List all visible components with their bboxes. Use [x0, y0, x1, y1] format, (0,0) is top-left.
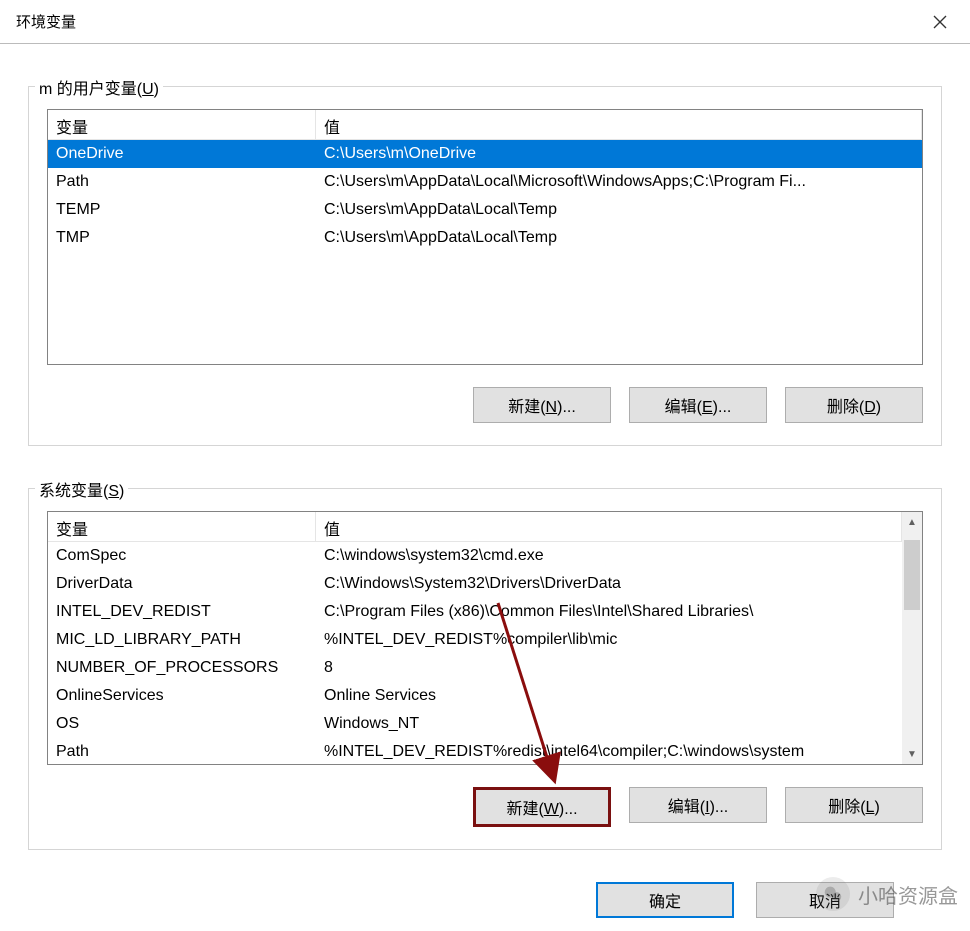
- header-value[interactable]: 值: [316, 512, 902, 541]
- header-value[interactable]: 值: [316, 110, 922, 139]
- table-row[interactable]: TEMPC:\Users\m\AppData\Local\Temp: [48, 196, 922, 224]
- label-text: m 的用户变量(: [39, 81, 142, 98]
- table-row[interactable]: Path%INTEL_DEV_REDIST%redist\intel64\com…: [48, 738, 902, 764]
- label-accel: U: [142, 81, 154, 98]
- user-variables-list[interactable]: 变量 值 OneDriveC:\Users\m\OneDrivePathC:\U…: [47, 109, 923, 365]
- table-row[interactable]: DriverDataC:\Windows\System32\Drivers\Dr…: [48, 570, 902, 598]
- cell-variable: OneDrive: [48, 143, 316, 165]
- system-new-button[interactable]: 新建(W)...: [473, 787, 611, 827]
- cell-variable: Path: [48, 741, 316, 763]
- table-row[interactable]: NUMBER_OF_PROCESSORS8: [48, 654, 902, 682]
- cell-value: C:\Program Files (x86)\Common Files\Inte…: [316, 601, 902, 623]
- cell-variable: DriverData: [48, 573, 316, 595]
- system-delete-button[interactable]: 删除(L): [785, 787, 923, 823]
- cell-value: C:\Users\m\OneDrive: [316, 143, 922, 165]
- cell-value: C:\Users\m\AppData\Local\Microsoft\Windo…: [316, 171, 922, 193]
- user-variables-group: m 的用户变量(U) 变量 值 OneDriveC:\Users\m\OneDr…: [28, 86, 942, 446]
- table-row[interactable]: MIC_LD_LIBRARY_PATH%INTEL_DEV_REDIST%com…: [48, 626, 902, 654]
- system-variables-label: 系统变量(S): [35, 477, 128, 501]
- system-variables-group: 系统变量(S) 变量 值 ComSpecC:\windows\system32\…: [28, 488, 942, 850]
- label-text: ): [154, 81, 159, 98]
- user-new-button[interactable]: 新建(N)...: [473, 387, 611, 423]
- system-edit-button[interactable]: 编辑(I)...: [629, 787, 767, 823]
- table-row[interactable]: TMPC:\Users\m\AppData\Local\Temp: [48, 224, 922, 252]
- titlebar: 环境变量: [0, 0, 970, 44]
- label-text: ): [119, 483, 124, 500]
- table-row[interactable]: OSWindows_NT: [48, 710, 902, 738]
- cell-variable: OnlineServices: [48, 685, 316, 707]
- label-text: 系统变量(: [39, 483, 108, 500]
- scrollbar-vertical[interactable]: ▲ ▼: [902, 512, 922, 764]
- cell-value: C:\windows\system32\cmd.exe: [316, 545, 902, 567]
- header-variable[interactable]: 变量: [48, 512, 316, 541]
- cell-variable: TEMP: [48, 199, 316, 221]
- user-variables-label: m 的用户变量(U): [35, 75, 163, 99]
- system-variables-list[interactable]: 变量 值 ComSpecC:\windows\system32\cmd.exeD…: [47, 511, 923, 765]
- cell-value: 8: [316, 657, 902, 679]
- table-row[interactable]: PathC:\Users\m\AppData\Local\Microsoft\W…: [48, 168, 922, 196]
- header-variable[interactable]: 变量: [48, 110, 316, 139]
- cell-value: C:\Windows\System32\Drivers\DriverData: [316, 573, 902, 595]
- cell-value: %INTEL_DEV_REDIST%compiler\lib\mic: [316, 629, 902, 651]
- window-title: 环境变量: [16, 11, 76, 32]
- scroll-thumb[interactable]: [904, 540, 920, 610]
- table-row[interactable]: INTEL_DEV_REDISTC:\Program Files (x86)\C…: [48, 598, 902, 626]
- user-edit-button[interactable]: 编辑(E)...: [629, 387, 767, 423]
- cancel-button[interactable]: 取消: [756, 882, 894, 918]
- cell-value: Windows_NT: [316, 713, 902, 735]
- scroll-up-icon[interactable]: ▲: [902, 512, 922, 532]
- label-accel: S: [108, 483, 119, 500]
- table-row[interactable]: ComSpecC:\windows\system32\cmd.exe: [48, 542, 902, 570]
- cell-value: C:\Users\m\AppData\Local\Temp: [316, 227, 922, 249]
- user-delete-button[interactable]: 删除(D): [785, 387, 923, 423]
- close-icon[interactable]: [910, 0, 970, 44]
- table-row[interactable]: OnlineServicesOnline Services: [48, 682, 902, 710]
- cell-variable: Path: [48, 171, 316, 193]
- list-header: 变量 值: [48, 110, 922, 140]
- cell-value: C:\Users\m\AppData\Local\Temp: [316, 199, 922, 221]
- cell-variable: NUMBER_OF_PROCESSORS: [48, 657, 316, 679]
- cell-value: %INTEL_DEV_REDIST%redist\intel64\compile…: [316, 741, 902, 763]
- cell-variable: ComSpec: [48, 545, 316, 567]
- table-row[interactable]: OneDriveC:\Users\m\OneDrive: [48, 140, 922, 168]
- ok-button[interactable]: 确定: [596, 882, 734, 918]
- cell-variable: INTEL_DEV_REDIST: [48, 601, 316, 623]
- scroll-down-icon[interactable]: ▼: [902, 744, 922, 764]
- list-header: 变量 值: [48, 512, 902, 542]
- cell-value: Online Services: [316, 685, 902, 707]
- cell-variable: OS: [48, 713, 316, 735]
- cell-variable: TMP: [48, 227, 316, 249]
- cell-variable: MIC_LD_LIBRARY_PATH: [48, 629, 316, 651]
